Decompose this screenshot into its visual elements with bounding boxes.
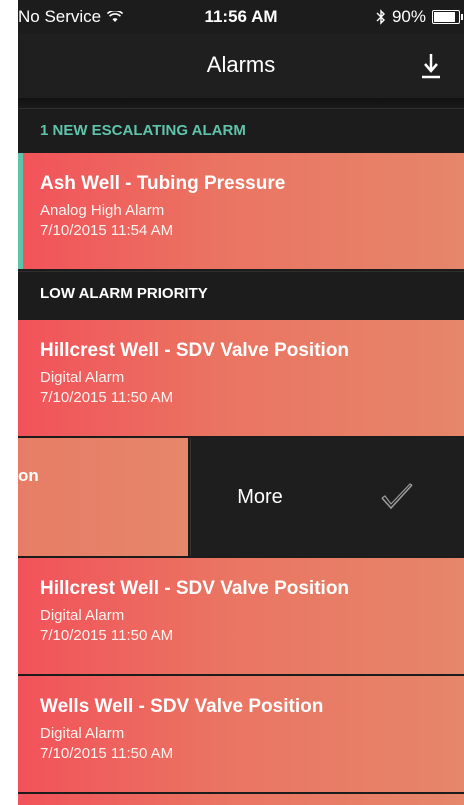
- alarm-type: Digital Alarm: [40, 607, 125, 624]
- bluetooth-icon: [376, 9, 385, 25]
- section-header-low: LOW ALARM PRIORITY: [18, 271, 464, 315]
- battery-icon: [432, 10, 463, 24]
- alarm-title: Wells Well - SDV Valve Position: [40, 696, 324, 717]
- alarm-type: Digital Alarm: [40, 369, 125, 386]
- page-title: Alarms: [206, 52, 276, 77]
- swiped-alarm-card[interactable]: on: [18, 438, 188, 556]
- alarm-time: 7/10/2015 11:54 AM: [40, 222, 174, 239]
- status-right: 90%: [376, 7, 463, 27]
- section-header-escalating: 1 NEW ESCALATING ALARM: [18, 108, 464, 152]
- alarm-time: 7/10/2015 11:50 AM: [40, 389, 174, 406]
- alarm-card-partial[interactable]: [18, 794, 464, 805]
- alarm-card-escalating[interactable]: Ash Well - Tubing Pressure Analog High A…: [18, 153, 464, 269]
- swiped-alarm-title-fragment: on: [18, 466, 39, 485]
- acknowledge-button[interactable]: [329, 438, 464, 556]
- alarm-type: Digital Alarm: [40, 725, 125, 742]
- alarm-card[interactable]: Hillcrest Well - SDV Valve Position Digi…: [18, 320, 464, 436]
- alarm-title: Ash Well - Tubing Pressure: [40, 173, 286, 194]
- alarm-title: Hillcrest Well - SDV Valve Position: [40, 340, 350, 361]
- battery-percent: 90%: [391, 7, 426, 26]
- status-bar: No Service 11:56 AM 90%: [18, 0, 464, 34]
- checkmark-icon: [380, 483, 413, 510]
- download-icon: [422, 54, 440, 79]
- swiped-alarm-row: on More: [18, 438, 464, 556]
- more-button[interactable]: More: [190, 438, 330, 556]
- alarm-title: Hillcrest Well - SDV Valve Position: [40, 578, 350, 599]
- alarm-time: 7/10/2015 11:50 AM: [40, 627, 174, 644]
- nav-bar: Alarms: [18, 34, 464, 98]
- download-button[interactable]: [418, 52, 444, 80]
- alarms-screen: No Service 11:56 AM 90% Alarms 1 NEW ESC…: [18, 0, 464, 805]
- alarm-time: 7/10/2015 11:50 AM: [40, 745, 174, 762]
- alarm-card[interactable]: Wells Well - SDV Valve Position Digital …: [18, 676, 464, 792]
- alarm-card[interactable]: Hillcrest Well - SDV Valve Position Digi…: [18, 558, 464, 674]
- alarm-type: Analog High Alarm: [40, 202, 165, 219]
- more-button-label: More: [237, 485, 283, 508]
